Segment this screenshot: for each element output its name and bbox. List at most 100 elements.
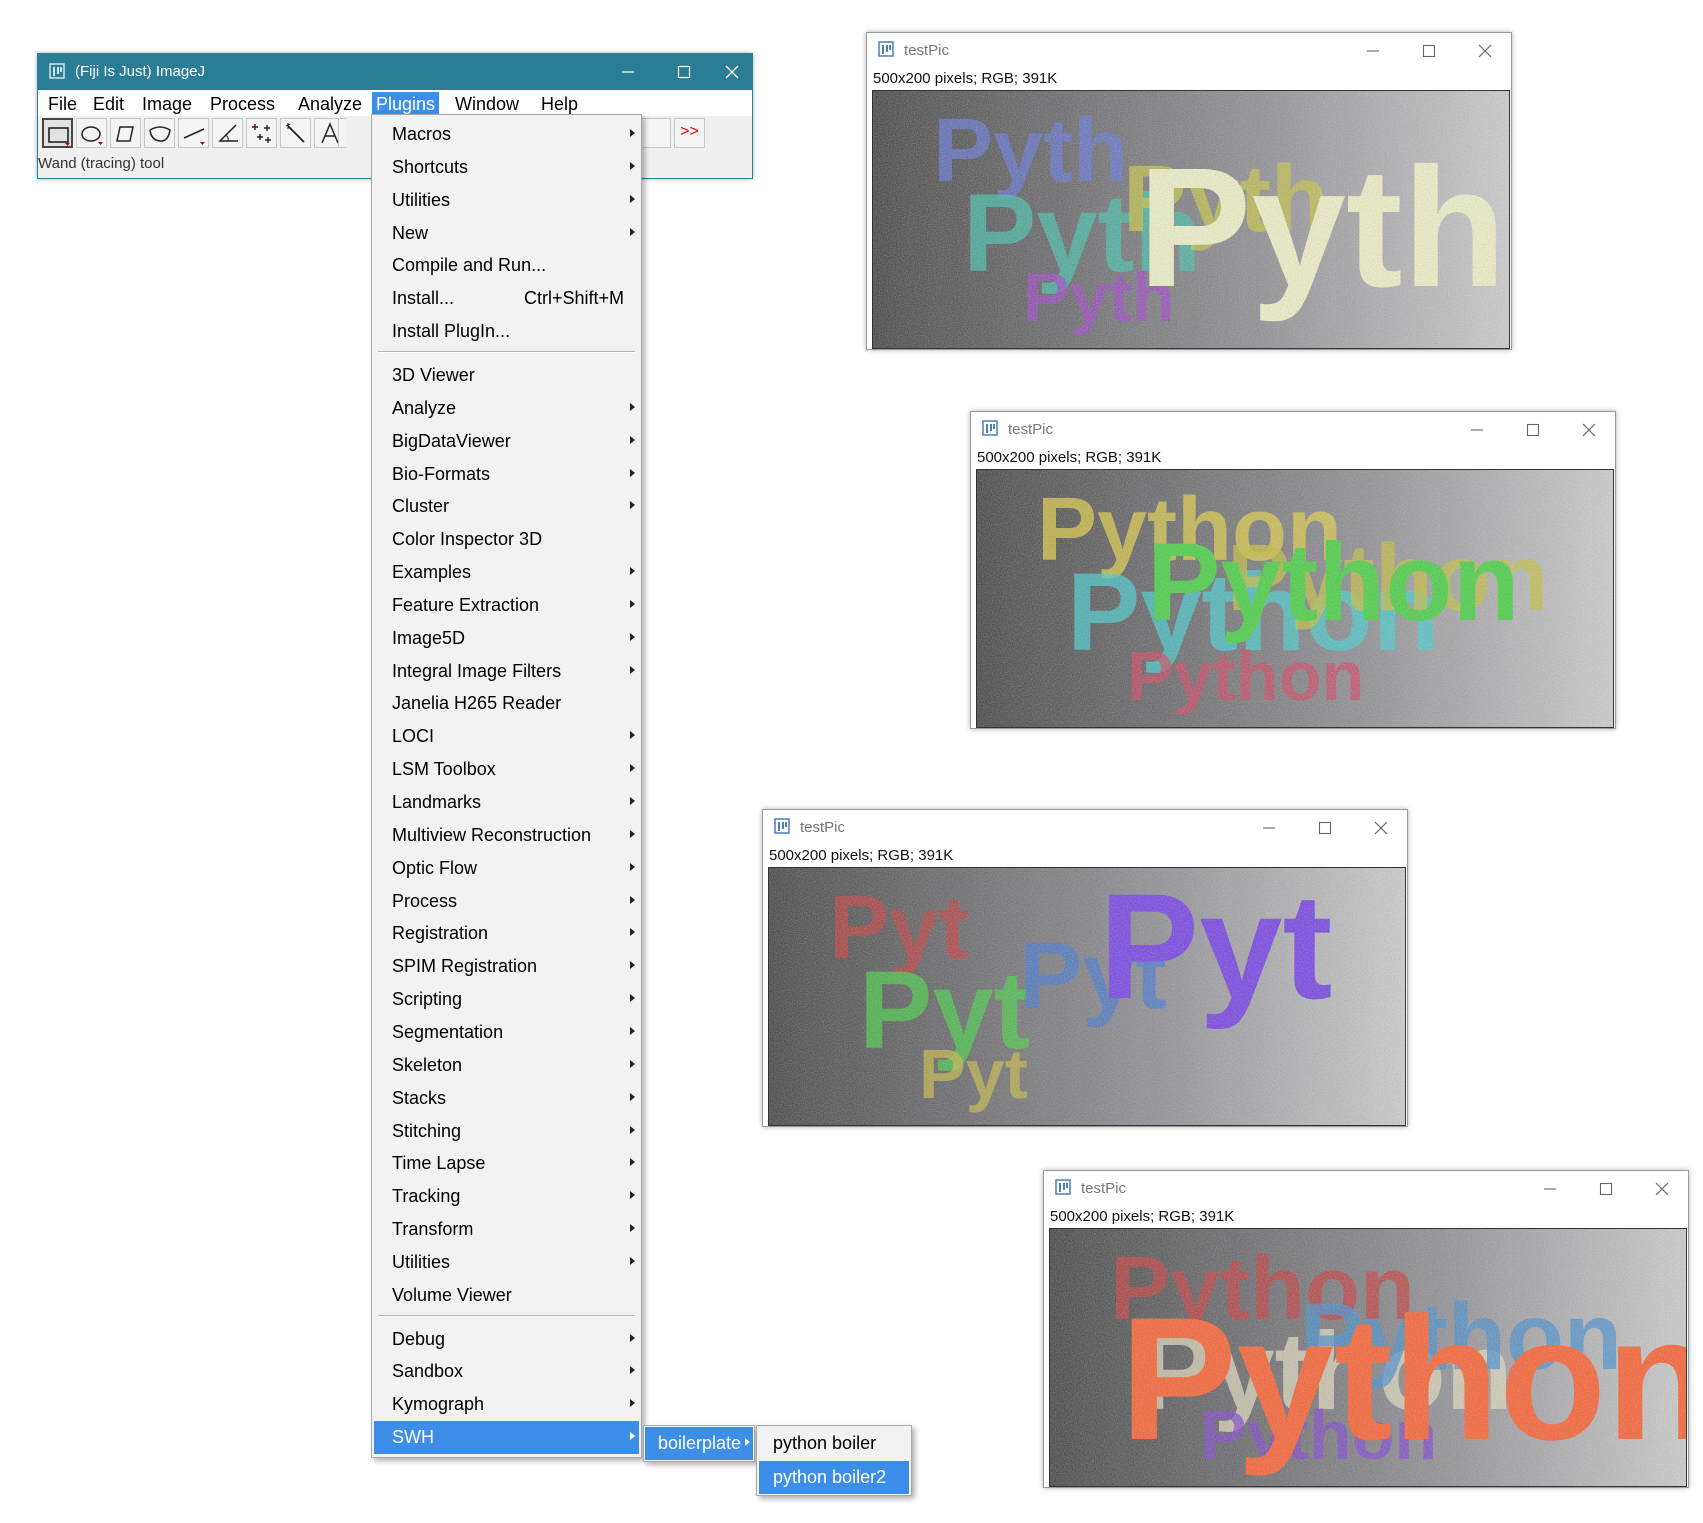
close-button[interactable] xyxy=(1459,33,1511,69)
menu-item-process[interactable]: Process xyxy=(374,885,639,918)
menu-item-stacks[interactable]: Stacks xyxy=(374,1082,639,1115)
menu-item-bio-formats[interactable]: Bio-Formats xyxy=(374,458,639,491)
close-button[interactable] xyxy=(1636,1171,1688,1207)
menu-item-tracking[interactable]: Tracking xyxy=(374,1180,639,1213)
menu-item-debug[interactable]: Debug xyxy=(374,1323,639,1356)
menu-analyze[interactable]: Analyze xyxy=(294,92,366,116)
menu-item-label: Optic Flow xyxy=(392,857,478,878)
submenu-arrow-icon xyxy=(630,599,635,608)
rectangle-tool[interactable] xyxy=(42,118,73,148)
menu-item-label: Time Lapse xyxy=(392,1153,486,1174)
menu-edit[interactable]: Edit xyxy=(89,92,128,116)
overflow-tools-button[interactable]: >> xyxy=(674,118,705,148)
menu-item-shortcuts[interactable]: Shortcuts xyxy=(374,151,639,184)
main-menubar: File Edit Image Process Analyze Plugins … xyxy=(38,90,752,116)
image-canvas[interactable]: PythonPythonPythonPythonPython xyxy=(1049,1228,1687,1487)
main-titlebar[interactable]: (Fiji Is Just) ImageJ xyxy=(38,54,752,90)
boilerplate-submenu: python boiler python boiler2 xyxy=(756,1425,912,1496)
menu-item-label: Integral Image Filters xyxy=(392,660,562,681)
minimize-button[interactable] xyxy=(1524,1171,1576,1207)
wand-tool[interactable] xyxy=(280,118,311,148)
menu-item-optic-flow[interactable]: Optic Flow xyxy=(374,852,639,885)
maximize-button[interactable] xyxy=(1299,810,1351,846)
menu-image[interactable]: Image xyxy=(138,92,196,116)
menu-plugins[interactable]: Plugins xyxy=(372,92,440,116)
menu-item-loci[interactable]: LOCI xyxy=(374,720,639,753)
point-tool[interactable] xyxy=(246,118,277,148)
menu-item-scripting[interactable]: Scripting xyxy=(374,983,639,1016)
menu-item-swh[interactable]: SWH xyxy=(374,1421,639,1455)
menu-item-sandbox[interactable]: Sandbox xyxy=(374,1355,639,1388)
menu-item-lsm-toolbox[interactable]: LSM Toolbox xyxy=(374,753,639,786)
image-window[interactable]: testPic 500x200 pixels; RGB; 391K PythonPy… xyxy=(970,411,1616,729)
freehand-tool[interactable] xyxy=(144,118,175,148)
menu-item-spim-registration[interactable]: SPIM Registration xyxy=(374,950,639,983)
menu-item-landmarks[interactable]: Landmarks xyxy=(374,786,639,819)
menu-item-utilities[interactable]: Utilities xyxy=(374,184,639,217)
menu-item-install-plugin[interactable]: Install PlugIn... xyxy=(374,315,639,348)
menu-item-cluster[interactable]: Cluster xyxy=(374,490,639,523)
menu-item-kymograph[interactable]: Kymograph xyxy=(374,1388,639,1421)
minimize-button[interactable] xyxy=(1243,810,1295,846)
menu-item-boilerplate[interactable]: boilerplate xyxy=(645,1427,753,1460)
menu-item-segmentation[interactable]: Segmentation xyxy=(374,1016,639,1049)
line-tool[interactable] xyxy=(178,118,209,148)
fiji-logo-icon xyxy=(878,41,894,57)
menu-item-volume-viewer[interactable]: Volume Viewer xyxy=(374,1279,639,1312)
image-canvas[interactable]: PythonPythonPythonPythonPython xyxy=(976,469,1614,728)
menu-item-transform[interactable]: Transform xyxy=(374,1213,639,1246)
menu-item-python-boiler[interactable]: python boiler xyxy=(759,1427,909,1460)
menu-item-utilities[interactable]: Utilities xyxy=(374,1246,639,1279)
menu-item-python-boiler2[interactable]: python boiler2 xyxy=(759,1461,909,1494)
close-button[interactable] xyxy=(1355,810,1407,846)
menu-separator xyxy=(378,1314,635,1317)
minimize-button[interactable] xyxy=(1347,33,1399,69)
image-canvas[interactable]: PythPythPythPythPyth xyxy=(872,90,1510,349)
image-window[interactable]: testPic 500x200 pixels; RGB; 391K PythonPy… xyxy=(1043,1170,1689,1488)
image-window[interactable]: testPic 500x200 pixels; RGB; 391K PythPyth… xyxy=(866,32,1512,350)
menu-item-label: Kymograph xyxy=(392,1394,485,1415)
maximize-button[interactable] xyxy=(1580,1171,1632,1207)
menu-item-color-inspector-3d[interactable]: Color Inspector 3D xyxy=(374,523,639,556)
menu-item-examples[interactable]: Examples xyxy=(374,556,639,589)
plugins-menu: Macros Shortcuts Utilities New Compile and R… xyxy=(371,114,642,1458)
submenu-arrow-icon xyxy=(630,1191,635,1200)
maximize-button[interactable] xyxy=(656,54,712,90)
close-button[interactable] xyxy=(712,54,752,90)
menu-item-skeleton[interactable]: Skeleton xyxy=(374,1049,639,1082)
menu-item-stitching[interactable]: Stitching xyxy=(374,1115,639,1148)
menu-item-feature-extraction[interactable]: Feature Extraction xyxy=(374,589,639,622)
menu-item-3d-viewer[interactable]: 3D Viewer xyxy=(374,359,639,392)
angle-tool[interactable] xyxy=(212,118,243,148)
submenu-arrow-icon xyxy=(630,829,635,838)
close-button[interactable] xyxy=(1563,412,1615,448)
menu-item-image5d[interactable]: Image5D xyxy=(374,622,639,655)
image-canvas[interactable]: PytPytPytPytPyt xyxy=(768,867,1406,1126)
image-window-title: testPic xyxy=(1008,421,1054,438)
menu-item-label: Shortcuts xyxy=(392,156,469,177)
menu-item-install[interactable]: Install... Ctrl+Shift+M xyxy=(374,282,639,315)
menu-process[interactable]: Process xyxy=(206,92,279,116)
menu-item-bigdataviewer[interactable]: BigDataViewer xyxy=(374,425,639,458)
empty-tool-slot[interactable] xyxy=(640,118,671,148)
image-window[interactable]: testPic 500x200 pixels; RGB; 391K PytPytPy… xyxy=(762,809,1408,1127)
menu-item-multiview-reconstruction[interactable]: Multiview Reconstruction xyxy=(374,819,639,852)
menu-window[interactable]: Window xyxy=(451,92,523,116)
menu-help[interactable]: Help xyxy=(537,92,582,116)
menu-item-integral-image-filters[interactable]: Integral Image Filters xyxy=(374,655,639,688)
menu-item-janelia-h265-reader[interactable]: Janelia H265 Reader xyxy=(374,687,639,720)
menu-file[interactable]: File xyxy=(44,92,81,116)
minimize-button[interactable] xyxy=(600,54,656,90)
menu-item-registration[interactable]: Registration xyxy=(374,917,639,950)
menu-item-analyze[interactable]: Analyze xyxy=(374,392,639,425)
oval-tool[interactable] xyxy=(76,118,107,148)
maximize-button[interactable] xyxy=(1507,412,1559,448)
minimize-button[interactable] xyxy=(1451,412,1503,448)
minimize-icon xyxy=(1263,827,1275,829)
polygon-tool[interactable] xyxy=(110,118,141,148)
menu-item-macros[interactable]: Macros xyxy=(374,118,639,151)
menu-item-new[interactable]: New xyxy=(374,217,639,250)
menu-item-time-lapse[interactable]: Time Lapse xyxy=(374,1147,639,1180)
maximize-button[interactable] xyxy=(1403,33,1455,69)
menu-item-compile-and-run[interactable]: Compile and Run... xyxy=(374,249,639,282)
